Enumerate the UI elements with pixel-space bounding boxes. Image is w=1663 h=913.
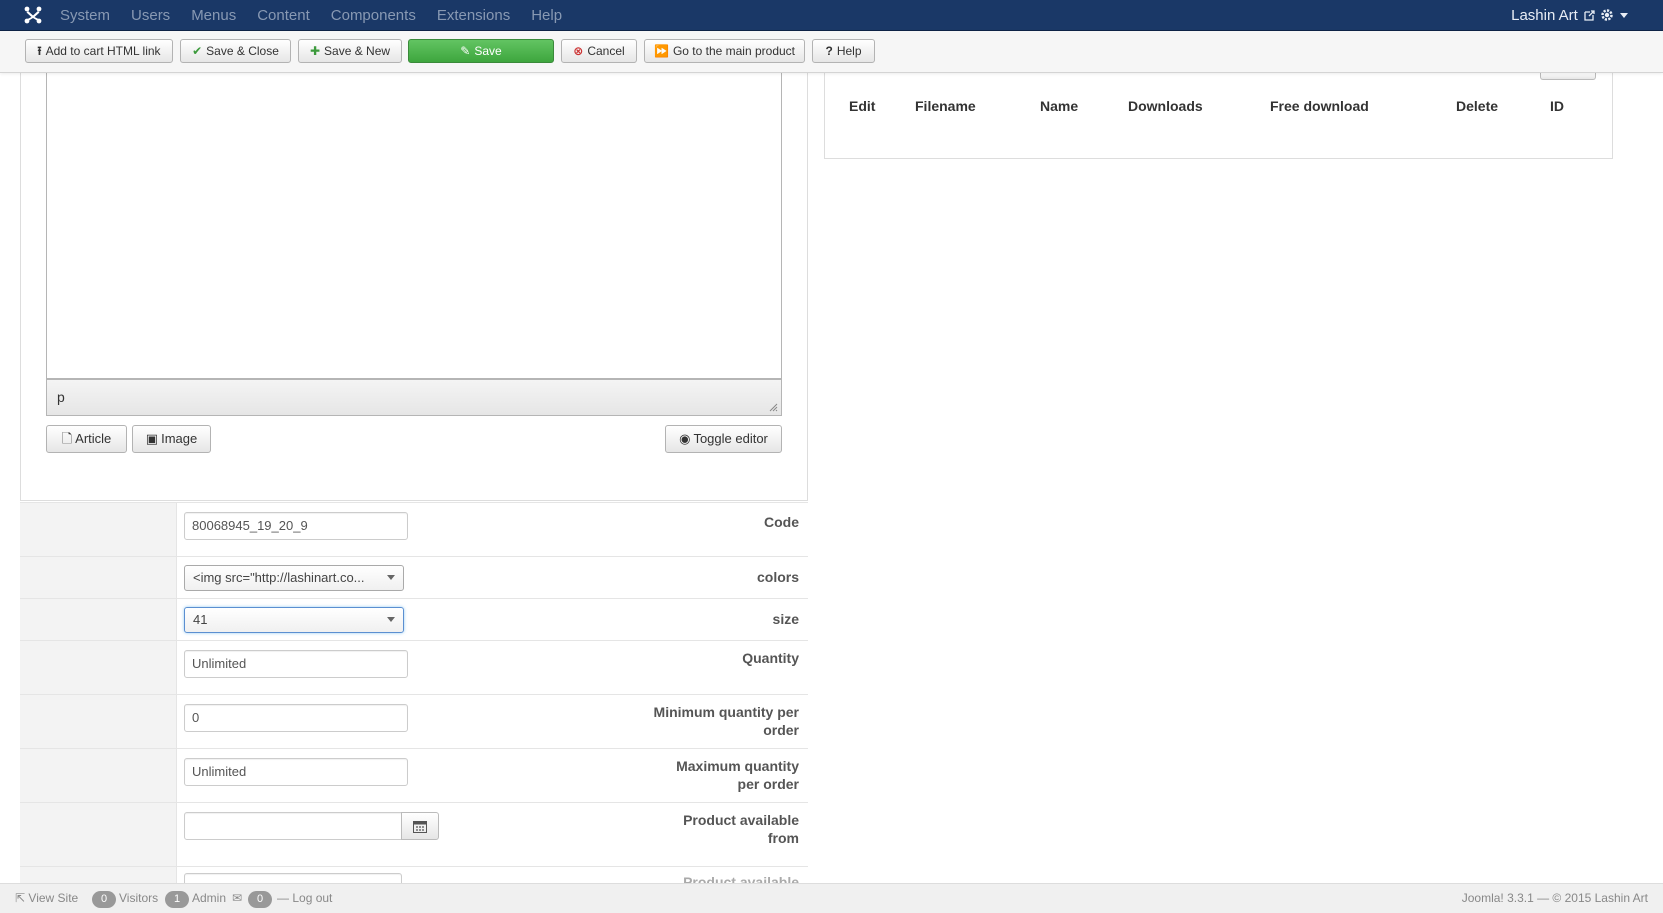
menu-extensions[interactable]: Extensions <box>437 0 510 31</box>
size-select-value: 41 <box>193 612 208 627</box>
external-link-icon <box>1584 10 1595 21</box>
top-navbar: System Users Menus Content Components Ex… <box>0 0 1663 31</box>
quantity-row: Quantity Unlimited <box>20 640 808 694</box>
minus-icon: — <box>277 891 289 905</box>
column-free-download: Free download <box>1270 98 1369 114</box>
visitors-label: Visitors <box>119 891 159 905</box>
column-name: Name <box>1040 98 1079 114</box>
editor-status-bar: p <box>46 379 782 416</box>
code-input[interactable]: 80068945_19_20_9 <box>184 512 408 540</box>
help-button[interactable]: ? Help <box>812 39 875 63</box>
downloadable-files-panel <box>824 73 1613 159</box>
max-quantity-row: Maximum quantity per order Unlimited <box>20 748 808 802</box>
menu-system[interactable]: System <box>60 0 110 31</box>
settings-gear-icon[interactable] <box>1600 7 1632 23</box>
toolbar: ⭱ Add to cart HTML link ✔ Save & Close ✚ Sa… <box>0 31 1663 73</box>
column-edit: Edit <box>849 98 876 114</box>
column-filename: Filename <box>915 98 976 114</box>
edit-icon: ✎ <box>460 44 471 58</box>
visitors-count-badge: 0 <box>92 891 116 908</box>
code-row: Code 80068945_19_20_9 <box>20 502 808 556</box>
quantity-input[interactable]: Unlimited <box>184 650 408 678</box>
size-select[interactable]: 41 <box>184 607 404 633</box>
cancel-circle-icon: ⊗ <box>573 44 584 58</box>
site-name: Lashin Art <box>1511 7 1578 24</box>
resize-grip-icon[interactable] <box>769 403 778 412</box>
save-new-button[interactable]: ✚ Save & New <box>298 39 402 63</box>
calendar-button[interactable] <box>401 812 439 840</box>
colors-row: colors <img src="http://lashinart.co... <box>20 556 808 598</box>
size-label: size <box>772 611 799 627</box>
forward-icon: ⏩ <box>653 44 669 58</box>
view-site-link[interactable]: ⇱ View Site <box>15 884 78 913</box>
eye-icon: ◉ <box>679 431 691 446</box>
plus-icon: ✚ <box>309 44 321 58</box>
chevron-down-icon <box>387 617 395 622</box>
envelope-icon[interactable]: ✉ <box>232 884 242 913</box>
min-quantity-input[interactable]: 0 <box>184 704 408 732</box>
admin-label: Admin <box>192 891 227 905</box>
available-from-label: Product available from <box>683 812 799 846</box>
calendar-icon <box>413 821 427 833</box>
colors-select[interactable]: <img src="http://lashinart.co... <box>184 565 404 591</box>
joomla-logo-icon[interactable] <box>24 6 42 24</box>
chevron-down-icon <box>387 575 395 580</box>
add-to-cart-link-button[interactable]: ⭱ Add to cart HTML link <box>25 39 173 63</box>
editor-path[interactable]: p <box>57 389 65 405</box>
add-file-button[interactable] <box>1540 73 1596 80</box>
save-button[interactable]: ✎ Save <box>408 39 554 63</box>
insert-image-button[interactable]: ▣ Image <box>132 425 211 453</box>
min-quantity-label: Minimum quantity per order <box>653 704 799 738</box>
save-close-button[interactable]: ✔ Save & Close <box>180 39 291 63</box>
column-id: ID <box>1550 98 1564 114</box>
colors-select-value: <img src="http://lashinart.co... <box>193 570 365 585</box>
insert-article-button[interactable]: 🗋 Article <box>46 425 127 453</box>
max-quantity-label: Maximum quantity per order <box>676 758 799 792</box>
available-from-input[interactable] <box>184 812 402 840</box>
logout-link[interactable]: — Log out <box>277 884 332 913</box>
status-footer: ⇱ View Site 0 Visitors 1 Admin ✉ 0 — Log… <box>0 883 1663 913</box>
toggle-editor-button[interactable]: ◉ Toggle editor <box>665 425 782 453</box>
site-link[interactable]: Lashin Art <box>1511 0 1595 31</box>
upload-icon: ⭱ <box>37 44 42 58</box>
picture-icon: ▣ <box>145 431 159 446</box>
colors-label: colors <box>756 569 799 585</box>
messages-count-badge: 0 <box>248 891 272 908</box>
cancel-button[interactable]: ⊗ Cancel <box>561 39 637 63</box>
copyright-text: Joomla! 3.3.1 — © 2015 Lashin Art <box>1461 891 1648 905</box>
menu-users[interactable]: Users <box>131 0 170 31</box>
menu-components[interactable]: Components <box>331 0 416 31</box>
menu-help[interactable]: Help <box>531 0 562 31</box>
menu-menus[interactable]: Menus <box>191 0 236 31</box>
code-label: Code <box>764 514 799 530</box>
admin-count-badge: 1 <box>165 891 189 908</box>
wysiwyg-editor-area[interactable] <box>46 73 782 379</box>
available-from-row: Product available from <box>20 802 808 866</box>
external-link-icon: ⇱ <box>15 891 26 905</box>
column-delete: Delete <box>1456 98 1499 114</box>
size-row: size 41 <box>20 598 808 640</box>
check-icon: ✔ <box>192 44 203 58</box>
column-downloads: Downloads <box>1128 98 1203 114</box>
go-to-main-product-button[interactable]: ⏩ Go to the main product <box>644 39 805 63</box>
menu-content[interactable]: Content <box>257 0 310 31</box>
quantity-label: Quantity <box>742 650 799 666</box>
question-circle-icon: ? <box>825 44 833 58</box>
file-add-icon: 🗋 <box>61 431 73 446</box>
min-quantity-row: Minimum quantity per order 0 <box>20 694 808 748</box>
max-quantity-input[interactable]: Unlimited <box>184 758 408 786</box>
